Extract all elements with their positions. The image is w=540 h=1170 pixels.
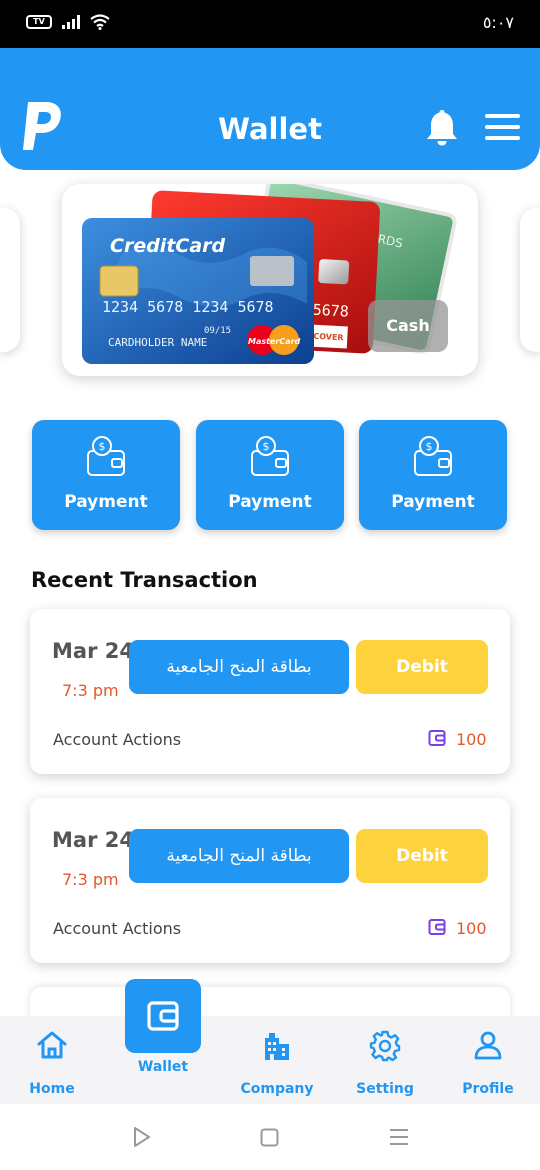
app-header: Wallet (0, 48, 540, 170)
recents-menu-icon[interactable] (389, 1128, 409, 1146)
nav-setting-label: Setting (356, 1081, 414, 1097)
card-expiry: 09/15 (204, 326, 231, 336)
status-bar: TV ٥:٠٧ (0, 0, 540, 48)
payment-label: Payment (64, 492, 148, 512)
carousel-next-card[interactable] (520, 208, 540, 352)
cash-label[interactable]: Cash (368, 300, 448, 352)
transaction-name[interactable]: بطاقة المنح الجامعية (129, 640, 349, 694)
transaction-date: Mar 24 (52, 639, 134, 663)
hamburger-menu-icon[interactable] (485, 114, 520, 140)
nav-wallet-button[interactable] (125, 979, 201, 1053)
card-network: MasterCard (248, 337, 301, 346)
payment-label: Payment (391, 492, 475, 512)
nav-home[interactable]: Home (16, 1016, 88, 1104)
wallet-icon (147, 1001, 179, 1031)
nav-home-label: Home (29, 1081, 75, 1097)
home-square-icon[interactable] (260, 1128, 279, 1147)
svg-text:$: $ (426, 440, 433, 453)
wallet-icon (428, 919, 446, 935)
account-actions-label: Account Actions (53, 919, 182, 938)
transaction-amount: 100 (456, 919, 487, 938)
payment-button-1[interactable]: $ Payment (32, 420, 180, 530)
red-card-number: 5678 (312, 301, 349, 321)
debit-badge[interactable]: Debit (356, 829, 488, 883)
system-navigation-bar (0, 1104, 540, 1170)
wallet-icon (428, 730, 446, 746)
transaction-card[interactable]: Mar 24 7:3 pm بطاقة المنح الجامعية Debit… (30, 609, 510, 774)
nav-profile-label: Profile (462, 1081, 514, 1097)
svg-text:$: $ (263, 440, 270, 453)
home-icon (37, 1031, 67, 1059)
nav-profile[interactable]: Profile (452, 1016, 524, 1104)
transaction-date: Mar 24 (52, 828, 134, 852)
account-actions-label: Account Actions (53, 730, 182, 749)
wallet-coin-icon: $ (251, 436, 289, 476)
card-number: 1234 5678 1234 5678 (102, 298, 274, 316)
payment-button-3[interactable]: $ Payment (359, 420, 507, 530)
wifi-icon (90, 14, 110, 30)
card-holder: CARDHOLDER NAME (108, 336, 207, 349)
wallet-coin-icon: $ (414, 436, 452, 476)
bell-icon[interactable] (424, 108, 460, 146)
svg-text:$: $ (99, 440, 106, 453)
payment-button-2[interactable]: $ Payment (196, 420, 344, 530)
wallet-coin-icon: $ (87, 436, 125, 476)
status-icons: TV (26, 14, 110, 30)
transaction-name[interactable]: بطاقة المنح الجامعية (129, 829, 349, 883)
transaction-time: 7:3 pm (62, 870, 119, 889)
nav-setting[interactable]: Setting (350, 1016, 420, 1104)
transaction-amount: 100 (456, 730, 487, 749)
status-time: ٥:٠٧ (482, 13, 514, 32)
card-brand: CreditCard (110, 235, 226, 257)
recent-transaction-title: Recent Transaction (31, 568, 258, 592)
payment-label: Payment (228, 492, 312, 512)
profile-user-icon (474, 1031, 502, 1060)
company-building-icon (265, 1033, 289, 1060)
signal-icon (62, 15, 80, 29)
transaction-card[interactable]: Mar 24 7:3 pm بطاقة المنح الجامعية Debit… (30, 798, 510, 963)
nav-company-label: Company (240, 1081, 314, 1097)
tv-icon: TV (26, 15, 52, 29)
gear-icon (369, 1030, 401, 1062)
back-triangle-icon[interactable] (132, 1126, 152, 1148)
transaction-time: 7:3 pm (62, 681, 119, 700)
nav-company[interactable]: Company (236, 1016, 318, 1104)
debit-badge[interactable]: Debit (356, 640, 488, 694)
nav-wallet-label[interactable]: Wallet (125, 1059, 201, 1075)
cover-text: COVER (313, 332, 344, 343)
carousel-prev-card[interactable] (0, 208, 20, 352)
